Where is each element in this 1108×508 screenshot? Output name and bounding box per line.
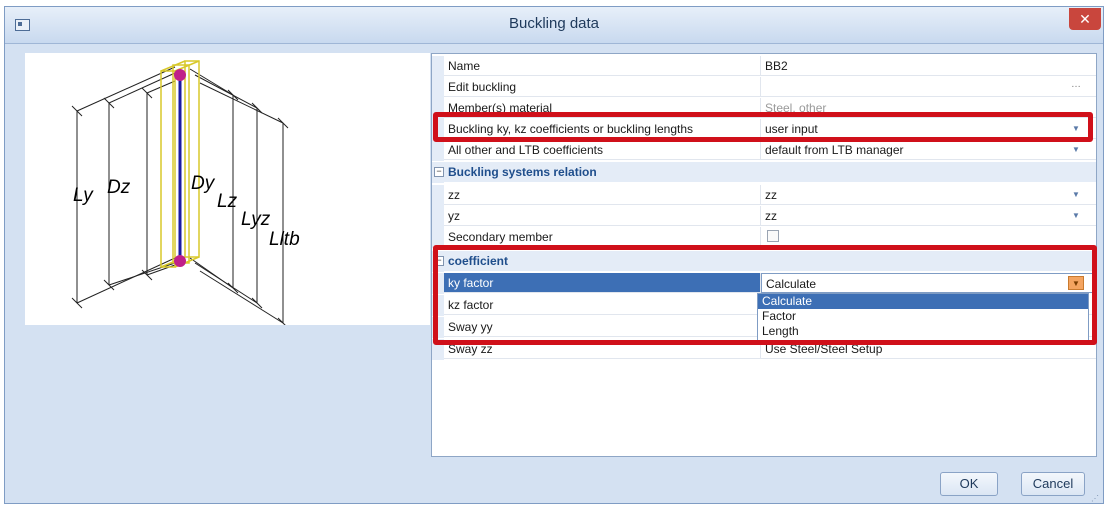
label-dy: Dy <box>191 173 215 194</box>
highlight-box-coefficient <box>433 245 1097 345</box>
buckling-data-dialog: Buckling data ✕ Ly Dz Dy Lz Lyz Lltb Nam… <box>4 6 1104 504</box>
chevron-down-icon[interactable]: ▼ <box>1068 209 1084 223</box>
row-edit-buckling[interactable]: Edit buckling … <box>432 77 1096 98</box>
prop-name-label: Name <box>444 56 761 76</box>
label-lyz: Lyz <box>241 209 271 230</box>
ellipsis-button[interactable]: … <box>1068 80 1084 94</box>
label-lz: Lz <box>217 191 238 212</box>
section-buckling-systems-relation[interactable]: − Buckling systems relation <box>432 162 1096 183</box>
chevron-down-icon[interactable]: ▼ <box>1068 188 1084 202</box>
collapse-icon[interactable]: − <box>434 167 444 177</box>
secondary-member-checkbox[interactable] <box>767 230 779 242</box>
edit-buckling-value[interactable] <box>761 77 1096 97</box>
highlight-box-buckling-input <box>433 112 1093 142</box>
ok-button[interactable]: OK <box>940 472 998 496</box>
row-other-coefficients[interactable]: All other and LTB coefficients default f… <box>432 140 1096 161</box>
button-bar <box>5 467 1103 503</box>
prop-edit-buckling-label: Edit buckling <box>444 77 761 97</box>
row-gutter <box>432 206 444 227</box>
row-gutter <box>432 56 444 77</box>
secondary-member-cell <box>761 227 1096 247</box>
label-ly: Ly <box>73 185 93 206</box>
label-dz: Dz <box>107 177 131 198</box>
close-button[interactable]: ✕ <box>1069 8 1101 30</box>
section-filler <box>761 162 1096 182</box>
prop-secondary-member-label: Secondary member <box>444 227 761 247</box>
zz-value[interactable]: zz <box>761 185 1096 205</box>
row-yz[interactable]: yz zz ▼ <box>432 206 1096 227</box>
window-title: Buckling data <box>508 15 600 32</box>
row-gutter <box>432 140 444 161</box>
prop-yz-label: yz <box>444 206 761 226</box>
buckling-preview-panel: Ly Dz Dy Lz Lyz Lltb <box>25 53 430 329</box>
yz-value[interactable]: zz <box>761 206 1096 226</box>
resize-grip-icon[interactable]: ⋰ <box>1091 494 1099 503</box>
prop-other-coeff-label: All other and LTB coefficients <box>444 140 761 160</box>
name-value[interactable]: BB2 <box>761 56 1096 76</box>
cancel-button[interactable]: Cancel <box>1021 472 1085 496</box>
chevron-down-icon[interactable]: ▼ <box>1068 143 1084 157</box>
row-gutter <box>432 77 444 98</box>
other-coeff-value[interactable]: default from LTB manager <box>761 140 1096 160</box>
title-bar: Buckling data ✕ <box>5 7 1103 44</box>
row-gutter <box>432 185 444 206</box>
section-title: Buckling systems relation <box>444 162 761 182</box>
row-zz[interactable]: zz zz ▼ <box>432 185 1096 206</box>
label-lltb: Lltb <box>269 229 300 250</box>
row-name[interactable]: Name BB2 <box>432 56 1096 77</box>
prop-zz-label: zz <box>444 185 761 205</box>
